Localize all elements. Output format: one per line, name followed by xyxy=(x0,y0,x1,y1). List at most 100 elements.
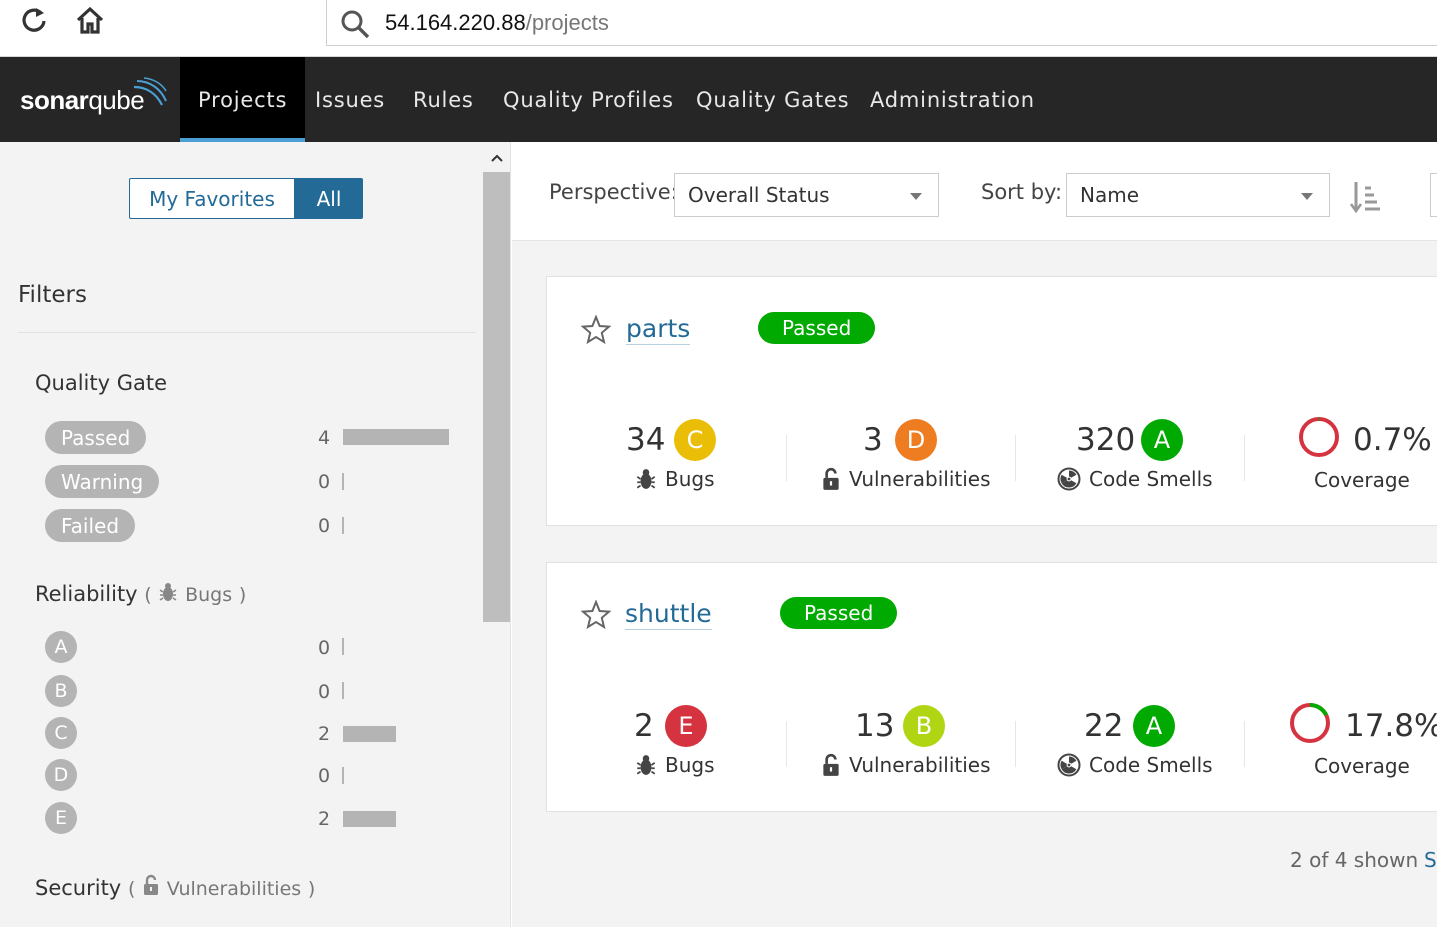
nav-quality-profiles[interactable]: Quality Profiles xyxy=(503,57,674,142)
quality-gate-filter-title: Quality Gate xyxy=(35,371,168,395)
sortby-select[interactable]: Name xyxy=(1066,173,1330,217)
star-icon[interactable] xyxy=(581,600,611,630)
nav-rules-label: Rules xyxy=(413,87,474,112)
project-card: parts Passed 34 C Bugs 3 D Vulnerabiliti… xyxy=(546,276,1437,526)
filter-rating-a-count: 0 xyxy=(318,637,331,659)
bug-icon xyxy=(636,469,656,489)
filter-failed-count: 0 xyxy=(318,515,331,537)
coverage-donut[interactable] xyxy=(1297,415,1341,459)
reliability-filter-title: Reliability ( Bugs ) xyxy=(35,581,246,606)
lock-open-icon xyxy=(823,753,839,776)
address-bar[interactable]: 54.164.220.88/projects xyxy=(326,0,1437,46)
filter-search-input[interactable] xyxy=(1430,173,1437,217)
vulnerabilities-label-text: Vulnerabilities xyxy=(849,467,991,491)
reload-icon[interactable] xyxy=(18,4,50,36)
search-icon xyxy=(341,10,370,39)
bugs-label-text: Bugs xyxy=(665,467,715,491)
sortby-value: Name xyxy=(1080,183,1140,207)
filter-passed[interactable]: Passed xyxy=(45,421,147,454)
radiation-icon xyxy=(1057,753,1081,777)
vulnerabilities-rating-badge[interactable]: B xyxy=(903,705,945,747)
star-icon[interactable] xyxy=(581,315,611,345)
filter-passed-count: 4 xyxy=(318,427,331,449)
security-filter-title: Security ( Vulnerabilities ) xyxy=(35,874,315,900)
code-smells-rating-badge[interactable]: A xyxy=(1141,419,1183,461)
show-more-link[interactable]: S xyxy=(1424,848,1437,872)
filter-warning[interactable]: Warning xyxy=(45,465,160,498)
status-badge: Passed xyxy=(758,312,876,344)
code-smells-label: Code Smells xyxy=(1057,753,1213,777)
nav-administration[interactable]: Administration xyxy=(870,57,1035,142)
filter-rating-d[interactable]: D xyxy=(45,759,77,791)
nav-issues[interactable]: Issues xyxy=(315,57,385,142)
filter-warning-count: 0 xyxy=(318,471,331,493)
bugs-rating-badge[interactable]: C xyxy=(674,419,716,461)
nav-projects-label: Projects xyxy=(198,87,288,112)
browser-toolbar: 54.164.220.88/projects xyxy=(0,0,1437,57)
filter-warning-bar xyxy=(342,473,344,490)
nav-issues-label: Issues xyxy=(315,87,386,112)
home-icon[interactable] xyxy=(74,4,106,36)
filter-rating-c[interactable]: C xyxy=(45,717,77,749)
code-smells-count[interactable]: 22 xyxy=(1084,708,1123,744)
reliability-paren-close: ) xyxy=(238,584,247,606)
status-badge: Passed xyxy=(780,597,898,629)
chevron-down-icon xyxy=(1301,193,1313,200)
reliability-paren-open: ( xyxy=(144,584,152,606)
coverage-donut[interactable] xyxy=(1288,701,1332,745)
pagination-count: 2 of 4 shown xyxy=(1290,848,1419,872)
main-navbar: sonarqube Projects Issues Rules Quality … xyxy=(0,57,1437,142)
filter-rating-a[interactable]: A xyxy=(45,631,77,663)
filter-rating-b-count: 0 xyxy=(318,681,331,703)
sidebar-scrollbar[interactable] xyxy=(482,142,511,927)
lock-open-icon xyxy=(144,874,159,895)
bugs-count[interactable]: 34 xyxy=(626,422,665,458)
nav-projects[interactable]: Projects xyxy=(180,57,306,142)
code-smells-count[interactable]: 320 xyxy=(1076,422,1135,458)
vulnerabilities-count[interactable]: 13 xyxy=(855,708,894,744)
project-name-link[interactable]: shuttle xyxy=(625,599,712,630)
bug-icon xyxy=(636,755,656,775)
nav-rules[interactable]: Rules xyxy=(413,57,474,142)
nav-quality-profiles-label: Quality Profiles xyxy=(503,87,674,112)
bugs-count[interactable]: 2 xyxy=(634,708,654,744)
scrollbar-thumb[interactable] xyxy=(483,172,510,622)
coverage-value[interactable]: 17.8% xyxy=(1345,708,1437,744)
reliability-metric: Bugs xyxy=(185,584,233,606)
projects-main: Perspective: Overall Status Sort by: Nam… xyxy=(512,142,1437,927)
filter-failed-bar xyxy=(342,517,344,534)
nav-quality-gates[interactable]: Quality Gates xyxy=(696,57,849,142)
coverage-label: Coverage xyxy=(1314,754,1410,778)
my-favorites-button[interactable]: My Favorites xyxy=(129,178,295,219)
sort-ascending-icon[interactable] xyxy=(1350,180,1382,214)
filter-rating-d-count: 0 xyxy=(318,765,331,787)
all-button[interactable]: All xyxy=(295,178,363,219)
measure-divider xyxy=(1244,721,1245,767)
bugs-label: Bugs xyxy=(635,753,715,777)
projects-toolbar: Perspective: Overall Status Sort by: Nam… xyxy=(512,142,1437,241)
coverage-value[interactable]: 0.7% xyxy=(1353,422,1432,458)
filter-rating-e[interactable]: E xyxy=(45,802,77,834)
nav-administration-label: Administration xyxy=(870,87,1035,112)
lock-open-icon xyxy=(823,467,839,490)
logo-bold-text: sonar xyxy=(20,85,89,115)
vulnerabilities-count[interactable]: 3 xyxy=(863,422,883,458)
security-metric: Vulnerabilities xyxy=(166,878,302,900)
code-smells-rating-badge[interactable]: A xyxy=(1133,705,1175,747)
url-path: /projects xyxy=(525,10,609,35)
filter-rating-d-bar xyxy=(342,767,344,784)
project-name-link[interactable]: parts xyxy=(626,314,691,345)
code-smells-label: Code Smells xyxy=(1057,467,1213,491)
sonar-waves-icon xyxy=(133,77,167,106)
scroll-up-arrow-icon[interactable] xyxy=(482,148,511,168)
measure-divider xyxy=(786,435,787,481)
vulnerabilities-rating-badge[interactable]: D xyxy=(895,419,937,461)
reliability-title-text: Reliability xyxy=(35,582,138,606)
security-paren-close: ) xyxy=(307,878,316,900)
perspective-select[interactable]: Overall Status xyxy=(674,173,939,217)
filter-rating-c-bar xyxy=(343,726,396,742)
filter-rating-b[interactable]: B xyxy=(45,675,77,707)
code-smells-label-text: Code Smells xyxy=(1089,753,1213,777)
filter-failed[interactable]: Failed xyxy=(45,509,136,542)
bugs-rating-badge[interactable]: E xyxy=(665,705,707,747)
